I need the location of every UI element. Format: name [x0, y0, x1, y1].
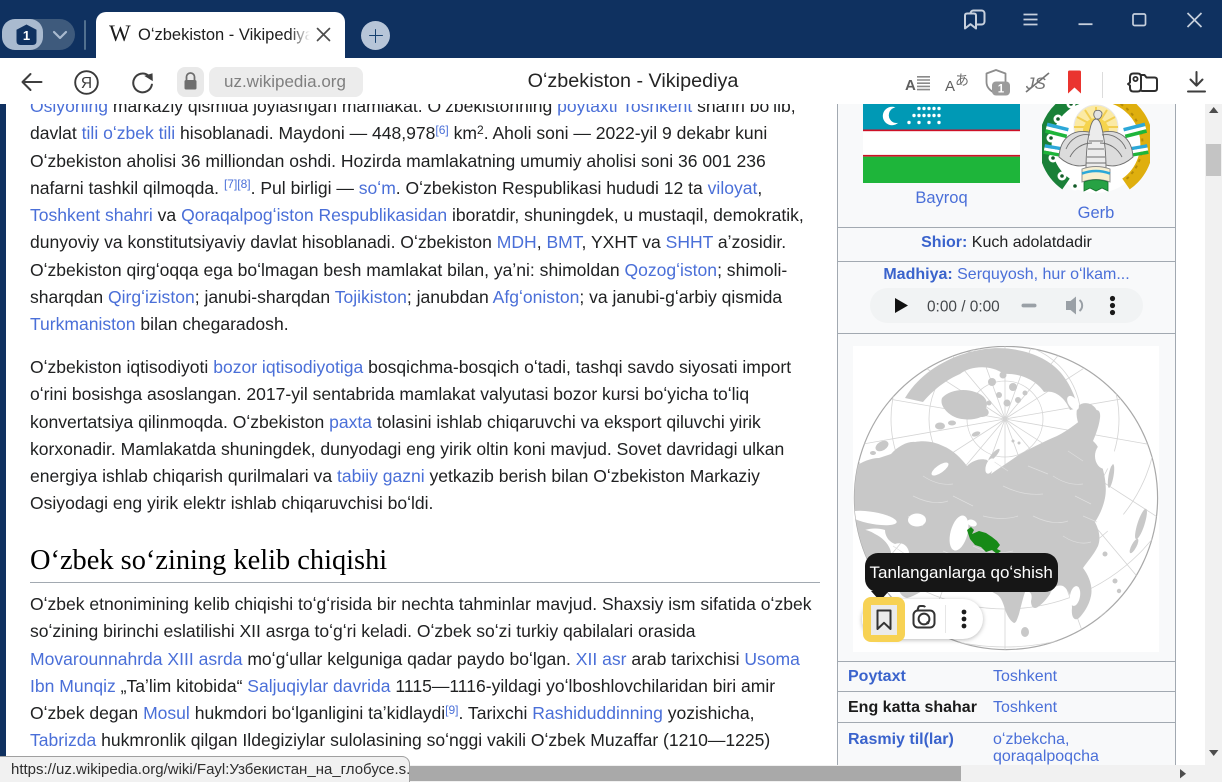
svg-text:A: A — [945, 78, 955, 95]
svg-text:あ: あ — [955, 72, 969, 88]
svg-text:A: A — [905, 77, 916, 94]
svg-text:1: 1 — [23, 28, 30, 43]
svg-text:0:00 / 0:00: 0:00 / 0:00 — [927, 299, 1000, 316]
svg-text:1: 1 — [998, 84, 1005, 96]
svg-text:Я: Я — [81, 75, 92, 92]
